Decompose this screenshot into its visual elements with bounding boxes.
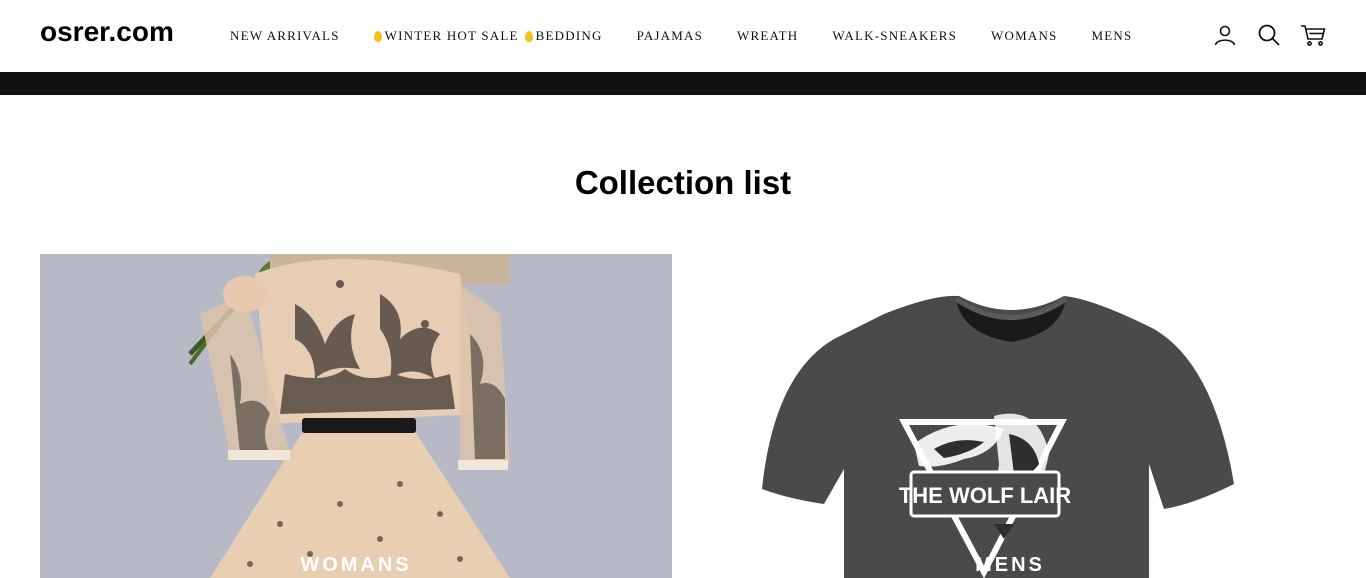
nav-item-winter-hot-sale[interactable]: WINTER HOT SALE [385, 28, 519, 44]
shirt-print-text: THE WOLF LAIR [899, 483, 1071, 508]
site-logo[interactable]: osrer.com [40, 16, 174, 48]
main-nav: NEW ARRIVALS WINTER HOT SALE BEDDING PAJ… [230, 26, 1132, 46]
nav-item-wreath[interactable]: WREATH [737, 28, 798, 44]
site-header: osrer.com NEW ARRIVALS WINTER HOT SALE B… [0, 0, 1366, 72]
nav-item-pajamas[interactable]: PAJAMAS [637, 28, 703, 44]
nav-item-mens[interactable]: MENS [1091, 28, 1132, 44]
nav-item-bedding[interactable]: BEDDING [536, 28, 603, 44]
announcement-bar [0, 72, 1366, 95]
section-title: Collection list [574, 164, 792, 201]
collection-card-mens[interactable]: THE WOLF LAIR MENS [694, 254, 1326, 578]
account-icon[interactable] [1212, 22, 1238, 48]
mens-collection-image: THE WOLF LAIR [694, 254, 1326, 578]
collection-card-label: WOMANS [300, 554, 412, 576]
cart-icon[interactable] [1300, 22, 1326, 48]
flame-icon [524, 30, 533, 42]
collection-card-label: MENS [975, 554, 1045, 576]
search-icon[interactable] [1256, 22, 1282, 48]
womans-collection-image [40, 254, 672, 578]
nav-item-womans[interactable]: WOMANS [991, 28, 1057, 44]
flame-icon [373, 30, 382, 42]
header-icons [1194, 22, 1326, 48]
collection-card-womans[interactable]: WOMANS [40, 254, 672, 578]
nav-item-walk-sneakers[interactable]: WALK-SNEAKERS [832, 28, 957, 44]
nav-item-new-arrivals[interactable]: NEW ARRIVALS [230, 28, 340, 44]
